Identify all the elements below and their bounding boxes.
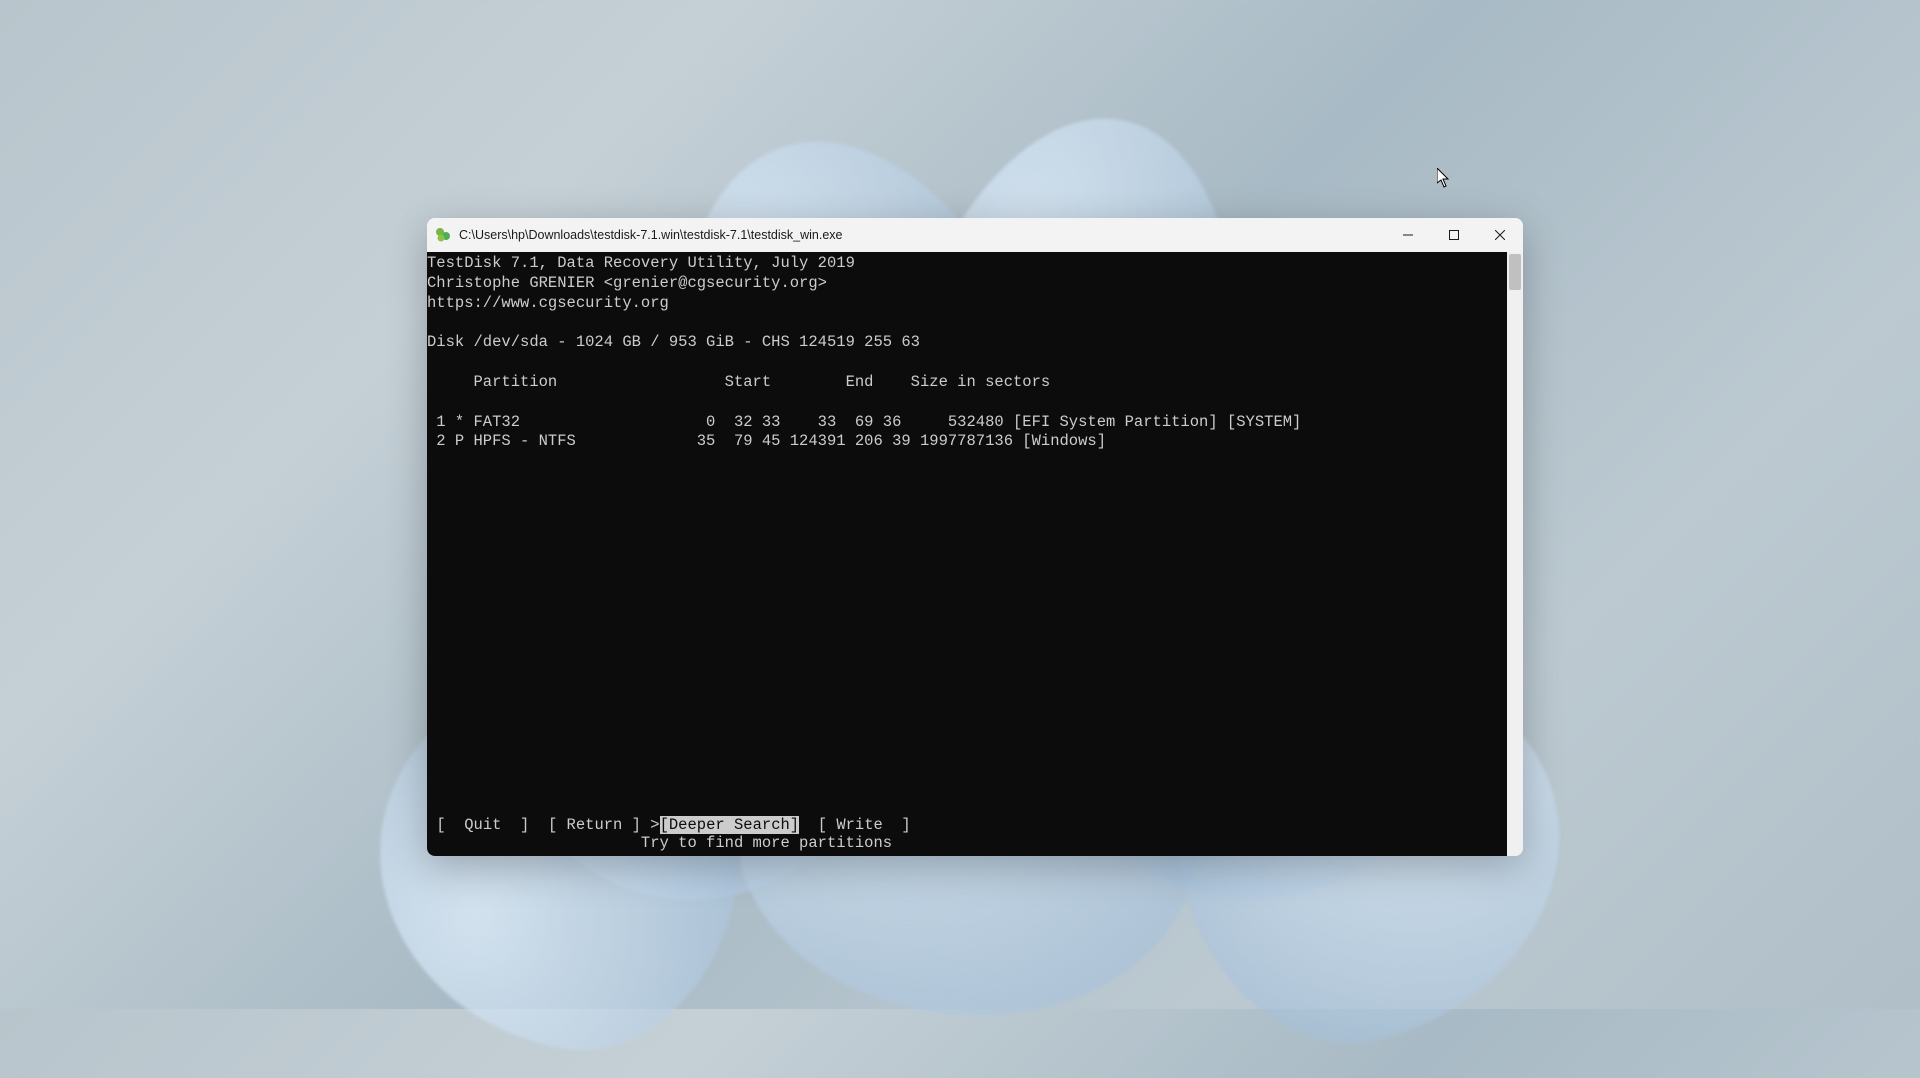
- close-button[interactable]: [1477, 218, 1523, 252]
- minimize-button[interactable]: [1385, 218, 1431, 252]
- disk-info: Disk /dev/sda - 1024 GB / 953 GiB - CHS …: [427, 333, 920, 351]
- mouse-cursor-icon: [1437, 168, 1451, 188]
- partition-columns: Partition Start End Size in sectors: [427, 373, 1050, 391]
- scrollbar-thumb[interactable]: [1509, 254, 1521, 290]
- maximize-button[interactable]: [1431, 218, 1477, 252]
- header-line-1: TestDisk 7.1, Data Recovery Utility, Jul…: [427, 254, 855, 272]
- header-line-2: Christophe GRENIER <grenier@cgsecurity.o…: [427, 274, 827, 292]
- terminal-output[interactable]: TestDisk 7.1, Data Recovery Utility, Jul…: [427, 252, 1507, 856]
- titlebar[interactable]: C:\Users\hp\Downloads\testdisk-7.1.win\t…: [427, 218, 1523, 252]
- menu-write[interactable]: [ Write ]: [818, 816, 911, 834]
- partition-row-1: 1 * FAT32 0 32 33 33 69 36 532480 [EFI S…: [427, 413, 1301, 431]
- window-controls: [1385, 218, 1523, 252]
- app-icon: [435, 227, 451, 243]
- terminal-window: C:\Users\hp\Downloads\testdisk-7.1.win\t…: [427, 218, 1523, 856]
- partition-row-2: 2 P HPFS - NTFS 35 79 45 124391 206 39 1…: [427, 432, 1106, 450]
- vertical-scrollbar[interactable]: [1507, 252, 1523, 856]
- menu-deeper-search[interactable]: [Deeper Search]: [660, 816, 800, 834]
- menu-hint: Try to find more partitions: [427, 834, 892, 852]
- menu-deeper-prefix: >: [650, 816, 659, 834]
- menu-return[interactable]: [ Return ]: [548, 816, 641, 834]
- header-line-3: https://www.cgsecurity.org: [427, 294, 669, 312]
- menu-quit[interactable]: [ Quit ]: [436, 816, 529, 834]
- menu-row: [ Quit ] [ Return ] >[Deeper Search] [ W…: [427, 816, 1507, 836]
- window-title: C:\Users\hp\Downloads\testdisk-7.1.win\t…: [459, 228, 1385, 242]
